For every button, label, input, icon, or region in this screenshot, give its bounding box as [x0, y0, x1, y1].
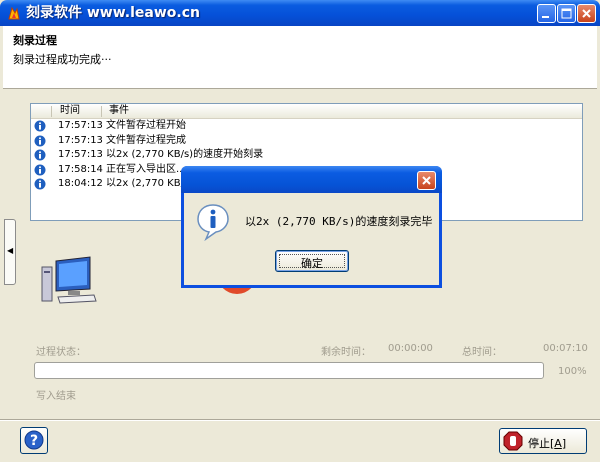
help-button[interactable]: ? [20, 427, 48, 454]
event-time: 17:57:13 [58, 149, 103, 161]
completion-dialog: 以2x (2,770 KB/s)的速度刻录完毕 确定 [181, 166, 442, 288]
event-time: 17:58:14 [58, 163, 103, 175]
total-time-label: 总时间： [462, 347, 502, 358]
side-expand-tab[interactable]: ◀ [4, 219, 16, 285]
event-log-header: 时间 事件 [31, 104, 582, 119]
title-bar[interactable]: 刻录软件 www.leawo.cn [0, 0, 600, 26]
list-item[interactable]: 17:57:13 以2x (2,770 KB/s)的速度开始刻录 [31, 148, 582, 163]
stop-button-label: 停止[A] [528, 437, 567, 450]
page-subtitle: 刻录过程成功完成··· [13, 53, 112, 66]
write-end-label: 写入结束 [36, 391, 76, 402]
event-text: 正在写入导出区... [106, 163, 186, 175]
event-text: 文件暂存过程开始 [106, 120, 186, 131]
help-icon: ? [24, 430, 44, 450]
event-time: 17:57:13 [58, 134, 103, 146]
maximize-button[interactable] [557, 4, 576, 23]
progress-percent: 100% [558, 366, 587, 377]
info-icon [34, 120, 46, 132]
dialog-close-button[interactable] [417, 171, 436, 190]
column-header-time[interactable]: 时间 [60, 105, 80, 117]
minimize-button[interactable] [537, 4, 556, 23]
ok-button[interactable]: 确定 [275, 250, 349, 272]
column-separator [101, 106, 102, 117]
info-icon [197, 204, 229, 241]
app-flame-icon [8, 6, 20, 20]
event-time: 17:57:13 [58, 120, 103, 131]
info-icon [34, 178, 46, 190]
event-text: 文件暂存过程完成 [106, 134, 186, 146]
close-icon [582, 9, 591, 18]
stop-button[interactable]: 停止[A] [499, 428, 587, 454]
window-title: 刻录软件 www.leawo.cn [26, 5, 200, 21]
chevron-left-icon: ◀ [7, 246, 14, 255]
info-icon [34, 149, 46, 161]
total-time-value: 00:07:10 [543, 343, 588, 354]
ok-button-label: 确定 [301, 257, 323, 270]
dialog-message: 以2x (2,770 KB/s)的速度刻录完毕 [245, 215, 433, 228]
info-icon [34, 135, 46, 147]
computer-icon [41, 256, 97, 304]
maximize-icon [561, 8, 572, 19]
process-status-label: 过程状态： [36, 347, 86, 358]
list-item[interactable]: 17:57:13 文件暂存过程开始 [31, 119, 582, 134]
burn-window: 刻录软件 www.leawo.cn 刻录过程 刻录过程成功完成··· ◀ 时间 … [0, 0, 600, 462]
info-icon [34, 164, 46, 176]
svg-text:?: ? [30, 433, 38, 449]
column-separator [51, 106, 52, 117]
page-header: 刻录过程 刻录过程成功完成··· [3, 26, 597, 89]
column-header-event[interactable]: 事件 [109, 105, 129, 117]
progress-bar [34, 362, 544, 379]
remaining-time-value: 00:00:00 [388, 343, 433, 354]
stop-hand-icon [503, 431, 523, 451]
minimize-icon [542, 16, 549, 18]
footer-divider [0, 419, 600, 421]
list-item[interactable]: 17:57:13 文件暂存过程完成 [31, 134, 582, 149]
close-icon [422, 176, 431, 185]
page-title: 刻录过程 [13, 34, 57, 47]
dialog-title-bar[interactable] [181, 166, 442, 193]
remaining-time-label: 剩余时间： [321, 347, 371, 358]
event-time: 18:04:12 [58, 178, 103, 190]
dialog-body: 以2x (2,770 KB/s)的速度刻录完毕 确定 [184, 193, 439, 285]
event-text: 以2x (2,770 KB/s)的速度开始刻录 [106, 149, 264, 161]
close-button[interactable] [577, 4, 596, 23]
